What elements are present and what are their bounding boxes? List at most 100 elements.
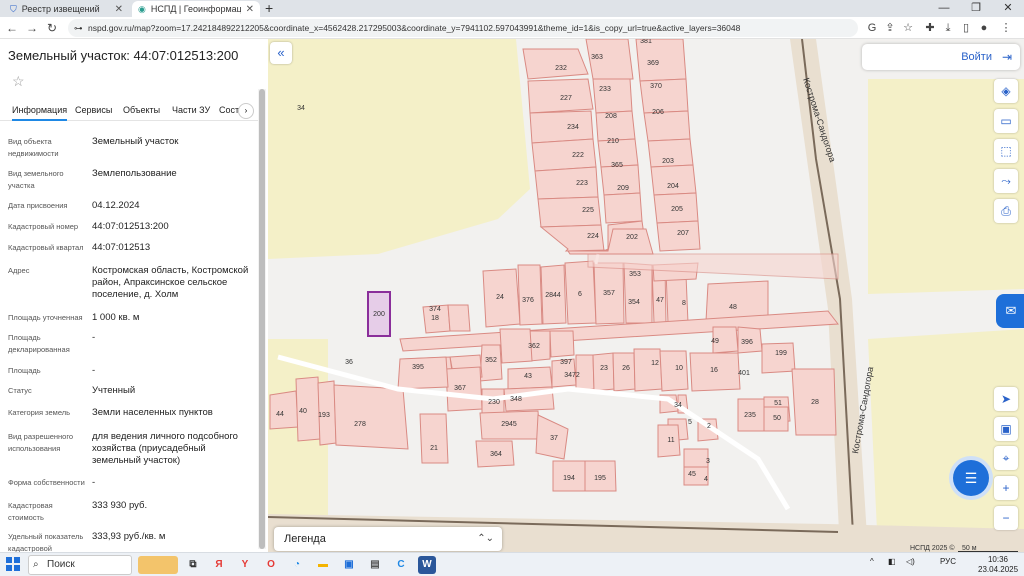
news-widget-icon[interactable]	[138, 556, 178, 574]
browser-tab-nspd[interactable]: ◉ НСПД | Геоинформационный ✕	[132, 1, 260, 17]
parcel-label: 230	[488, 399, 500, 406]
volume-icon[interactable]: ◁)	[906, 557, 915, 566]
tray-chevron-icon[interactable]: ^	[870, 557, 874, 566]
field-area	[268, 39, 530, 259]
minimize-icon[interactable]: —	[928, 0, 960, 17]
profile-icon[interactable]: ●	[976, 20, 992, 36]
parcel-label: 206	[652, 109, 664, 116]
parcel-label: 207	[677, 230, 689, 237]
parcel-block	[522, 39, 701, 255]
share-icon: ⤳	[1001, 174, 1011, 188]
favorite-star-icon[interactable]: ☆	[12, 73, 25, 90]
site-info-icon[interactable]: ⊶	[74, 19, 83, 37]
word-icon[interactable]: W	[418, 556, 436, 574]
opera-icon[interactable]: O	[262, 556, 280, 574]
property-value: 333,93 руб./кв. м	[92, 531, 166, 542]
property-label: Вид объекта недвижимости	[8, 137, 59, 158]
bookmark-star-icon[interactable]: ☆	[900, 20, 916, 36]
download-icon[interactable]: ⤓	[940, 20, 956, 36]
property-label: Статус	[8, 386, 32, 395]
cadastral-map[interactable]: 381 363 232 369 233 227 370 208 234 206 …	[268, 39, 1024, 552]
yandex-icon[interactable]: Я	[210, 556, 228, 574]
google-icon[interactable]: G	[864, 20, 880, 36]
file-explorer-icon[interactable]: ▬	[314, 556, 332, 574]
parcel-label: 204	[667, 183, 679, 190]
tab-title: НСПД | Геоинформационный	[150, 4, 241, 14]
chat-button[interactable]: ☰	[953, 460, 989, 496]
login-button[interactable]: Войти ⇥	[862, 44, 1020, 70]
login-label: Войти	[961, 51, 992, 63]
windows-start-icon[interactable]	[6, 557, 20, 571]
menu-icon[interactable]: ⋮	[998, 20, 1014, 36]
tab-composition[interactable]: Сост	[219, 105, 239, 115]
close-icon[interactable]: ✕	[246, 4, 254, 15]
browser-tab-registry[interactable]: ⛉ Реестр извещений ✕	[4, 1, 129, 17]
parcel-label: 364	[490, 451, 502, 458]
close-icon[interactable]: ✕	[115, 4, 123, 15]
windows-taskbar: ⌕ Поиск ⧉ Я Y O ◔ ▬ ▣ ▤ C W ^ ◧ ◁) РУС 1…	[0, 552, 1024, 576]
property-label: Кадастровая стоимость	[8, 501, 53, 522]
edge-icon[interactable]: ◔	[288, 556, 306, 574]
parcel-label: 376	[522, 297, 534, 304]
network-icon[interactable]: ◧	[888, 557, 896, 566]
taskbar-search[interactable]: ⌕ Поиск	[28, 555, 132, 575]
reload-icon[interactable]: ↻	[44, 20, 60, 36]
property-value: Учтенный	[92, 385, 136, 396]
copyright-text: НСПД 2025 ©	[910, 545, 955, 552]
back-arrow-icon[interactable]: ←	[4, 20, 20, 36]
geolocation-button[interactable]: ➤	[994, 387, 1018, 411]
forward-arrow-icon[interactable]: →	[24, 20, 40, 36]
pin-button[interactable]: ⌖	[994, 446, 1018, 470]
sidebar-icon[interactable]: ▯	[958, 20, 974, 36]
measure-button[interactable]: ▭	[994, 109, 1018, 133]
side-widget-button[interactable]: ✉	[996, 294, 1024, 328]
maximize-icon[interactable]: ❐	[960, 0, 992, 17]
parcel-label: 194	[563, 475, 575, 482]
new-tab-button[interactable]: +	[265, 0, 273, 17]
task-view-icon[interactable]: ⧉	[184, 556, 202, 574]
tab-information[interactable]: Информация	[12, 105, 68, 121]
print-button[interactable]: ⎙	[994, 199, 1018, 223]
parcel-label: 199	[775, 350, 787, 357]
page-title: Земельный участок: 44:07:012513:200	[8, 48, 239, 63]
property-value: 333 930 руб.	[92, 500, 148, 511]
extensions-icon[interactable]: ✚	[922, 20, 938, 36]
app-icon[interactable]: ▣	[340, 556, 358, 574]
select-area-button[interactable]: ⬚	[994, 139, 1018, 163]
parcel-label: 3	[706, 458, 710, 465]
language-indicator[interactable]: РУС	[940, 557, 956, 566]
app-icon[interactable]: C	[392, 556, 410, 574]
collapse-panel-button[interactable]: «	[270, 42, 292, 64]
clock-date: 23.04.2025	[978, 565, 1019, 574]
url-field[interactable]: ⊶ nspd.gov.ru/map?zoom=17.24218489221220…	[68, 19, 858, 37]
tab-title: Реестр извещений	[21, 4, 100, 14]
parcel-label: 369	[647, 60, 659, 67]
panel-scrollbar-thumb[interactable]	[259, 89, 265, 549]
property-label: Удельный показатель кадастровой	[8, 532, 84, 552]
zoom-in-button[interactable]: +	[994, 476, 1018, 500]
zoom-out-button[interactable]: −	[994, 506, 1018, 530]
legend-toggle[interactable]: Легенда ⌃⌄	[274, 527, 502, 551]
share-icon[interactable]: ⇪	[882, 20, 898, 36]
tab-objects[interactable]: Объекты	[123, 105, 160, 115]
map-canvas[interactable]: 381 363 232 369 233 227 370 208 234 206 …	[268, 39, 1024, 552]
parcel-label: 225	[582, 207, 594, 214]
share-map-button[interactable]: ⤳	[994, 169, 1018, 193]
search-icon: ⌕	[33, 559, 39, 570]
basemap-button[interactable]: ▣	[994, 417, 1018, 441]
window-close-icon[interactable]: ✕	[992, 0, 1024, 17]
tab-parts[interactable]: Части ЗУ	[172, 105, 210, 115]
address-toolbar: ← → ↻ ⊶ nspd.gov.ru/map?zoom=17.24218489…	[0, 17, 1024, 39]
tab-services[interactable]: Сервисы	[75, 105, 112, 115]
yandex-browser-icon[interactable]: Y	[236, 556, 254, 574]
layers-button[interactable]: ◈	[994, 79, 1018, 103]
parcel-label: 36	[345, 359, 353, 366]
app-icon[interactable]: ▤	[366, 556, 384, 574]
basemap-icon: ▣	[1000, 422, 1012, 436]
property-value: -	[92, 332, 96, 343]
tabs-next-icon[interactable]: ›	[238, 103, 254, 119]
parcel-label: 209	[617, 185, 629, 192]
clock[interactable]: 10:36 23.04.2025	[978, 555, 1018, 575]
parcel-label: 233	[599, 86, 611, 93]
parcel-label: 370	[650, 83, 662, 90]
